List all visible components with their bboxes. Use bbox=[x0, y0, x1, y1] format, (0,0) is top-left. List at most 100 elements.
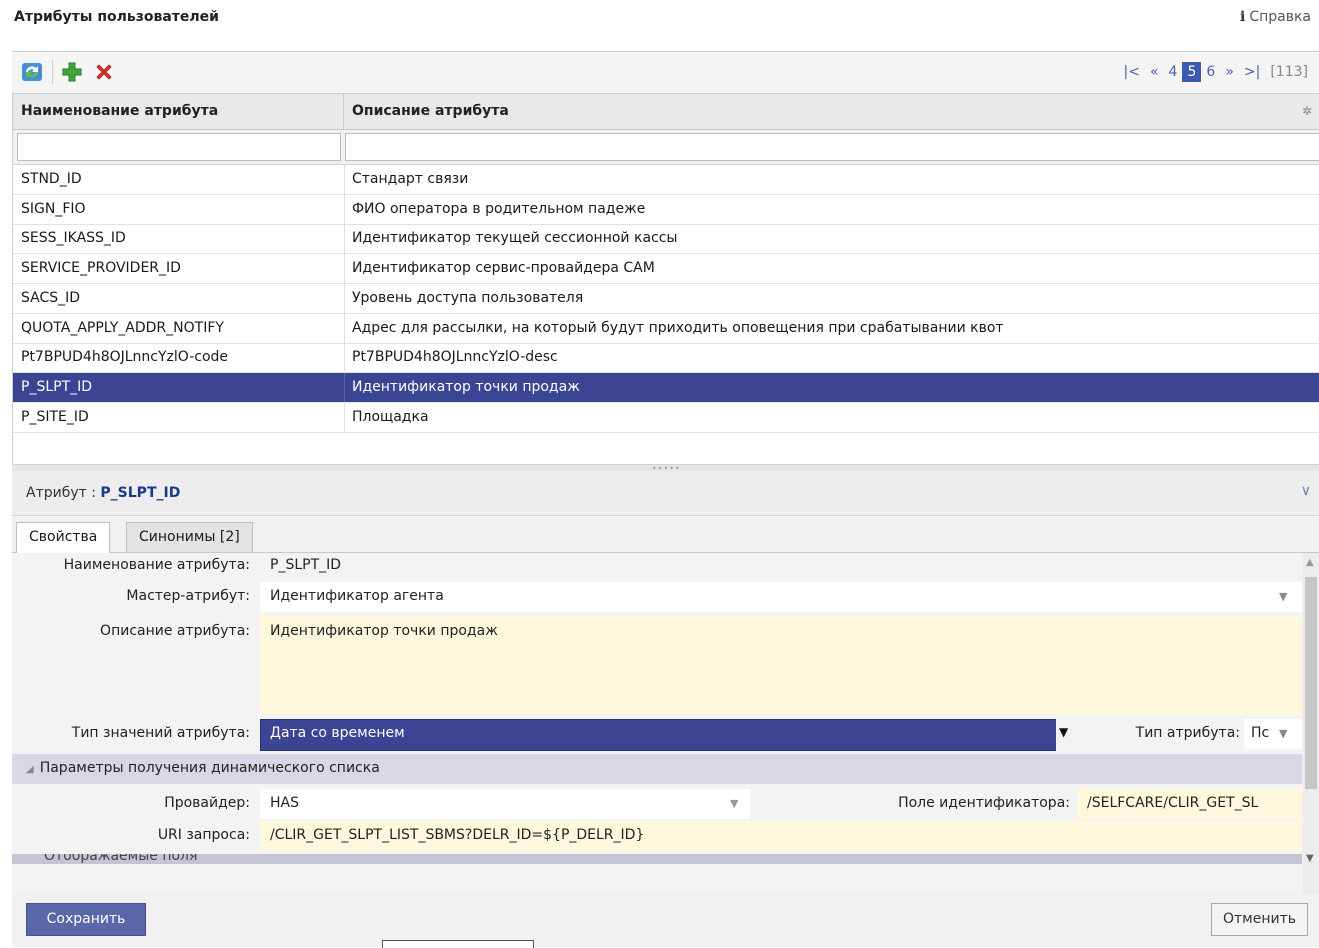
column-divider bbox=[344, 372, 345, 402]
cell-attribute-name: Pt7BPUD4h8OJLnncYzlO-code bbox=[21, 349, 229, 366]
toolbar: |< « 4 5 6 » >| [113] bbox=[12, 51, 1319, 94]
properties-form: Наименование атрибута: P_SLPT_ID Мастер-… bbox=[12, 553, 1302, 893]
uri-label: URI запроса: bbox=[157, 827, 250, 843]
master-value: Идентификатор агента bbox=[270, 588, 444, 604]
value-type-label: Тип значений атрибута: bbox=[71, 725, 250, 741]
dynamic-list-section-title: Параметры получения динамического списка bbox=[39, 760, 380, 776]
cell-attribute-name: SIGN_FIO bbox=[21, 200, 86, 217]
description-label: Описание атрибута: bbox=[100, 623, 250, 639]
column-divider bbox=[344, 283, 345, 313]
table-row[interactable]: STND_ID Стандарт связи bbox=[13, 165, 1319, 195]
help-link[interactable]: i Справка bbox=[1240, 9, 1311, 25]
column-divider bbox=[344, 343, 345, 373]
pager-last-button[interactable]: >| bbox=[1239, 64, 1265, 80]
scroll-up-icon[interactable]: ▲ bbox=[1306, 557, 1314, 568]
pager-next-button[interactable]: » bbox=[1220, 64, 1239, 80]
delete-icon[interactable] bbox=[92, 60, 116, 84]
toolbar-divider bbox=[52, 60, 53, 84]
table-row[interactable]: SIGN_FIO ФИО оператора в родительном паде… bbox=[13, 194, 1319, 225]
master-label: Мастер-атрибут: bbox=[126, 588, 250, 604]
chevron-down-icon[interactable]: ∨ bbox=[1301, 483, 1311, 499]
scroll-down-icon[interactable]: ▼ bbox=[1306, 853, 1314, 889]
attribute-type-value: Пс bbox=[1251, 725, 1270, 741]
page-header: Атрибуты пользователей i Справка bbox=[0, 0, 1319, 40]
table-row[interactable]: Pt7BPUD4h8OJLnncYzlO-code Pt7BPUD4h8OJLnn… bbox=[13, 343, 1319, 374]
uri-value: /CLIR_GET_SLPT_LIST_SBMS?DELR_ID=${P_DEL… bbox=[270, 827, 645, 843]
dropdown-arrow-icon[interactable]: ▼ bbox=[1059, 725, 1068, 739]
column-header-name[interactable]: Наименование атрибута bbox=[13, 94, 344, 129]
provider-value: HAS bbox=[270, 795, 299, 811]
column-header-description[interactable]: Описание атрибута bbox=[344, 94, 1312, 129]
dynamic-list-section-header[interactable]: ◢ Параметры получения динамического списк… bbox=[12, 754, 1302, 784]
table-row[interactable]: SACS_ID Уровень доступа пользователя bbox=[13, 283, 1319, 314]
scrollbar-thumb[interactable] bbox=[1305, 577, 1317, 789]
column-divider bbox=[344, 165, 345, 194]
page-title: Атрибуты пользователей bbox=[14, 9, 219, 25]
name-filter-input[interactable] bbox=[17, 133, 341, 161]
display-fields-section-title: Отображаемые поля bbox=[44, 854, 198, 864]
attribute-type-label: Тип атрибута: bbox=[1135, 725, 1240, 741]
pager: |< « 4 5 6 » >| [113] bbox=[1119, 62, 1313, 82]
cell-attribute-description: Адрес для рассылки, на который будут при… bbox=[352, 319, 1004, 336]
table-row[interactable]: P_SITE_ID Площадка bbox=[13, 402, 1319, 433]
cell-attribute-description: ФИО оператора в родительном падеже bbox=[352, 200, 646, 217]
description-value: Идентификатор точки продаж bbox=[270, 623, 498, 639]
cell-attribute-name: P_SITE_ID bbox=[21, 408, 89, 425]
table-row[interactable]: SERVICE_PROVIDER_ID Идентификатор сервис-… bbox=[13, 254, 1319, 285]
column-divider bbox=[344, 402, 345, 432]
id-field-label: Поле идентификатора: bbox=[898, 795, 1070, 811]
add-icon[interactable] bbox=[60, 60, 84, 84]
provider-select[interactable] bbox=[260, 789, 750, 819]
pager-first-button[interactable]: |< bbox=[1119, 64, 1145, 80]
cell-attribute-name: QUOTA_APPLY_ADDR_NOTIFY bbox=[21, 319, 224, 336]
display-fields-section-header[interactable]: Отображаемые поля bbox=[12, 854, 1302, 864]
name-label: Наименование атрибута: bbox=[63, 557, 250, 573]
pager-prev-button[interactable]: « bbox=[1145, 64, 1164, 80]
tab-properties[interactable]: Свойства bbox=[16, 522, 111, 553]
table-row[interactable]: SESS_IKASS_ID Идентификатор текущей сесси… bbox=[13, 224, 1319, 255]
value-type-value: Дата со временем bbox=[270, 725, 405, 741]
cell-attribute-name: STND_ID bbox=[21, 171, 82, 187]
detail-header: Атрибут : P_SLPT_ID ∨ bbox=[12, 471, 1319, 516]
refresh-icon[interactable] bbox=[20, 60, 44, 84]
pager-total: [113] bbox=[1270, 64, 1308, 80]
column-divider bbox=[344, 194, 345, 224]
detail-title: Атрибут : P_SLPT_ID bbox=[26, 485, 180, 501]
column-menu-icon[interactable]: ✲ bbox=[1302, 104, 1316, 118]
cell-attribute-description: Уровень доступа пользователя bbox=[352, 289, 584, 306]
cell-attribute-name: SACS_ID bbox=[21, 289, 81, 306]
detail-tabs: Свойства Синонимы [2] bbox=[12, 516, 1319, 553]
detail-title-prefix: Атрибут : bbox=[26, 485, 96, 501]
pager-page-6[interactable]: 6 bbox=[1201, 64, 1220, 80]
form-scrollbar[interactable]: ▲ ▼ bbox=[1303, 553, 1319, 893]
help-label: Справка bbox=[1249, 9, 1311, 25]
cancel-button[interactable]: Отменить bbox=[1211, 903, 1308, 936]
table-row[interactable]: QUOTA_APPLY_ADDR_NOTIFY Адрес для рассылк… bbox=[13, 313, 1319, 344]
dropdown-arrow-icon[interactable]: ▼ bbox=[730, 797, 738, 810]
description-filter-input[interactable] bbox=[345, 133, 1319, 161]
column-divider bbox=[344, 313, 345, 343]
save-button[interactable]: Сохранить bbox=[26, 903, 146, 936]
info-icon: i bbox=[1239, 9, 1246, 25]
table-row[interactable]: P_SLPT_ID Идентификатор точки продаж bbox=[13, 372, 1319, 403]
cell-attribute-name: SESS_IKASS_ID bbox=[21, 230, 126, 247]
triangle-expanded-icon: ◢ bbox=[26, 764, 34, 775]
grid-header: Наименование атрибута Описание атрибута … bbox=[13, 94, 1319, 130]
cell-attribute-description: Стандарт связи bbox=[352, 171, 469, 187]
cell-attribute-description: Площадка bbox=[352, 408, 429, 425]
pager-page-4[interactable]: 4 bbox=[1164, 64, 1183, 80]
detail-panel: Атрибут : P_SLPT_ID ∨ Свойства Синонимы … bbox=[12, 471, 1319, 947]
pager-page-current[interactable]: 5 bbox=[1182, 62, 1202, 82]
detail-title-value: P_SLPT_ID bbox=[100, 485, 181, 501]
filter-row bbox=[13, 130, 1319, 165]
cell-attribute-name: SERVICE_PROVIDER_ID bbox=[21, 260, 181, 277]
dropdown-arrow-icon[interactable]: ▼ bbox=[1279, 590, 1287, 603]
dropdown-arrow-icon[interactable]: ▼ bbox=[1279, 727, 1287, 740]
cell-attribute-description: Идентификатор текущей сессионной кассы bbox=[352, 230, 678, 247]
provider-label: Провайдер: bbox=[164, 795, 250, 811]
tab-synonyms[interactable]: Синонимы [2] bbox=[126, 522, 253, 552]
column-divider bbox=[344, 254, 345, 284]
id-field-value: /SELFCARE/CLIR_GET_SL bbox=[1087, 795, 1259, 811]
cell-attribute-description: Идентификатор точки продаж bbox=[352, 378, 580, 395]
name-value: P_SLPT_ID bbox=[270, 557, 342, 573]
